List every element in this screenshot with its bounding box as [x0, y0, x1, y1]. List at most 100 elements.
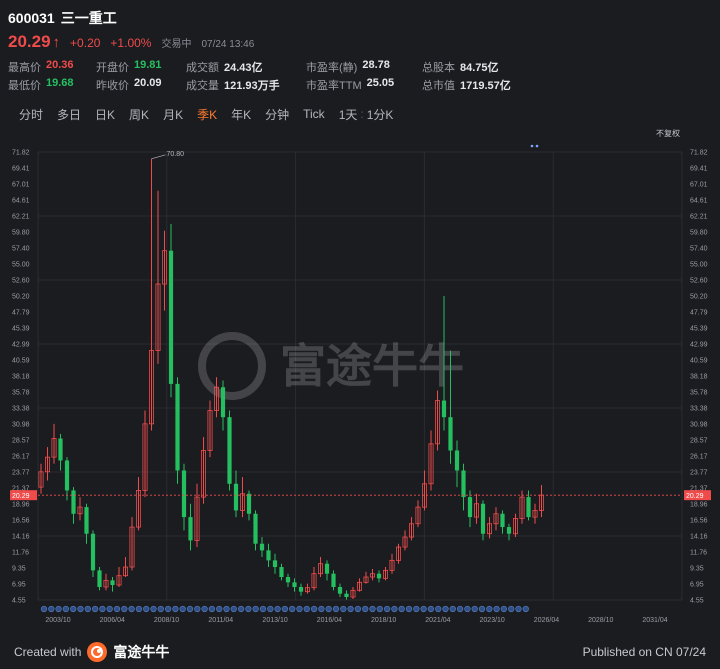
tab-multi-day[interactable]: 多日 — [50, 106, 88, 123]
y-tick-label-right: 50.20 — [690, 293, 708, 300]
kline-chart-svg[interactable]: 富途牛牛 71.82 71.82 69.41 69.41 67.01 67.01 64.61 6… — [0, 126, 720, 634]
candle-body — [272, 560, 278, 568]
candle-body — [480, 503, 486, 534]
y-tick-label-left: 18.96 — [12, 502, 30, 509]
price-change-pct: +1.00% — [110, 36, 152, 50]
x-tick-label: 2013/10 — [262, 617, 287, 624]
adjust-type-label: 不复权 — [656, 128, 680, 138]
candle-body — [168, 250, 174, 384]
event-marker-icon — [55, 605, 62, 613]
tab-daily-k[interactable]: 日K — [88, 106, 122, 123]
candle-body — [220, 387, 226, 418]
y-tick-label-right: 62.21 — [690, 214, 708, 221]
stat-high: 最高价 20.36 — [8, 59, 74, 74]
watermark-logo-icon — [198, 332, 266, 400]
x-tick-label: 2011/04 — [208, 617, 233, 624]
candle-body — [292, 582, 297, 588]
candle-body — [181, 470, 187, 518]
stat-pe-static: 市盈率(静) 28.78 — [306, 59, 390, 74]
y-tick-label-left: 71.82 — [12, 150, 30, 157]
event-marker-icon — [508, 605, 515, 613]
event-marker-icon — [99, 605, 106, 613]
stat-low: 最低价 19.68 — [8, 77, 74, 92]
candle-body — [84, 507, 89, 534]
y-tick-label-left: 42.99 — [12, 342, 30, 349]
y-tick-label-right: 11.76 — [690, 549, 707, 556]
stats-row-2: 最低价 19.68 昨收价 20.09 成交量 121.93万手 市盈率TTM 25.0… — [8, 76, 708, 94]
event-marker-icon — [471, 605, 478, 613]
event-marker-icon — [201, 605, 208, 613]
y-tick-label-left: 14.16 — [12, 534, 30, 541]
event-marker-icon — [208, 605, 215, 613]
y-tick-label-right: 35.78 — [690, 390, 708, 397]
y-tick-label-right: 64.61 — [690, 198, 708, 205]
x-tick-label: 2023/10 — [480, 617, 505, 624]
y-tick-label-right: 4.55 — [690, 598, 704, 605]
event-marker-icon — [48, 605, 55, 613]
kline-chart[interactable]: 富途牛牛 71.82 71.82 69.41 69.41 67.01 67.01 64.61 6… — [0, 126, 720, 634]
event-marker-icon — [274, 605, 281, 613]
event-marker-icon — [84, 605, 91, 613]
y-tick-label-right: 38.18 — [690, 374, 708, 381]
tab-intraday[interactable]: 分时 — [12, 106, 50, 123]
price-tag-left-text: 20.29 — [12, 493, 30, 500]
y-tick-label-right: 6.95 — [690, 582, 704, 589]
published-label: Published on CN 07/24 — [582, 644, 706, 659]
tab-1min-k[interactable]: 1分K — [367, 106, 401, 123]
marker-dot — [530, 144, 534, 148]
event-marker-icon — [70, 605, 77, 613]
last-price: 20.29 — [8, 32, 51, 51]
x-tick-label: 2028/10 — [588, 617, 613, 624]
event-marker-icon — [347, 605, 354, 613]
event-marker-icon — [143, 605, 150, 613]
candle-body — [454, 450, 460, 471]
y-tick-label-left: 6.95 — [12, 582, 26, 589]
stat-total-shares: 总股本 84.75亿 — [422, 62, 499, 74]
y-tick-label-right: 16.56 — [690, 518, 708, 525]
up-arrow-icon: ↑ — [52, 34, 61, 51]
y-tick-label-left: 59.80 — [12, 230, 30, 237]
event-marker-icon — [135, 605, 142, 613]
candle-body — [227, 417, 232, 484]
y-tick-label-right: 23.77 — [690, 470, 708, 477]
candle-body — [500, 513, 505, 528]
event-marker-icon — [332, 605, 340, 613]
event-marker-icon — [427, 605, 435, 613]
candle-body — [285, 577, 291, 583]
tab-monthly-k[interactable]: 月K — [156, 106, 190, 123]
max-label: 70.80 — [167, 151, 185, 158]
tab-weekly-k[interactable]: 周K — [122, 106, 156, 123]
event-marker-icon — [289, 605, 296, 613]
y-tick-label-right: 59.80 — [690, 230, 708, 237]
candle-body — [64, 460, 70, 491]
tab-minute[interactable]: 分钟 — [258, 106, 296, 123]
event-marker-icon — [449, 605, 456, 613]
created-with-label: Created with — [14, 644, 82, 659]
stock-code: 600031 — [8, 10, 55, 26]
y-tick-label-right: 42.99 — [690, 342, 708, 349]
event-marker-icon — [340, 605, 347, 613]
event-marker-icon — [216, 605, 223, 613]
tab-separator: : — [360, 107, 364, 121]
y-tick-label-left: 30.98 — [12, 421, 30, 428]
event-marker-icon — [376, 605, 383, 613]
y-tick-label-left: 50.20 — [12, 293, 30, 300]
y-tick-label-left: 45.39 — [12, 326, 30, 333]
event-marker-icon — [121, 605, 128, 613]
tab-tick[interactable]: Tick — [296, 107, 332, 121]
candle-body — [246, 493, 252, 514]
y-tick-label-left: 55.00 — [12, 262, 30, 269]
candle-body — [259, 543, 265, 551]
x-tick-label: 2003/10 — [45, 617, 70, 624]
y-tick-label-right: 69.41 — [690, 166, 708, 173]
y-tick-label-left: 28.57 — [12, 438, 30, 445]
x-tick-label: 2016/04 — [317, 617, 342, 624]
event-marker-icon — [252, 605, 259, 613]
event-marker-icon — [457, 605, 464, 613]
candle-body — [467, 497, 473, 518]
event-marker-icon — [223, 605, 230, 613]
tab-1day[interactable]: 1天 — [332, 106, 358, 123]
tab-yearly-k[interactable]: 年K — [224, 106, 258, 123]
event-marker-icon — [40, 605, 48, 613]
tab-quarterly-k[interactable]: 季K — [190, 106, 224, 123]
